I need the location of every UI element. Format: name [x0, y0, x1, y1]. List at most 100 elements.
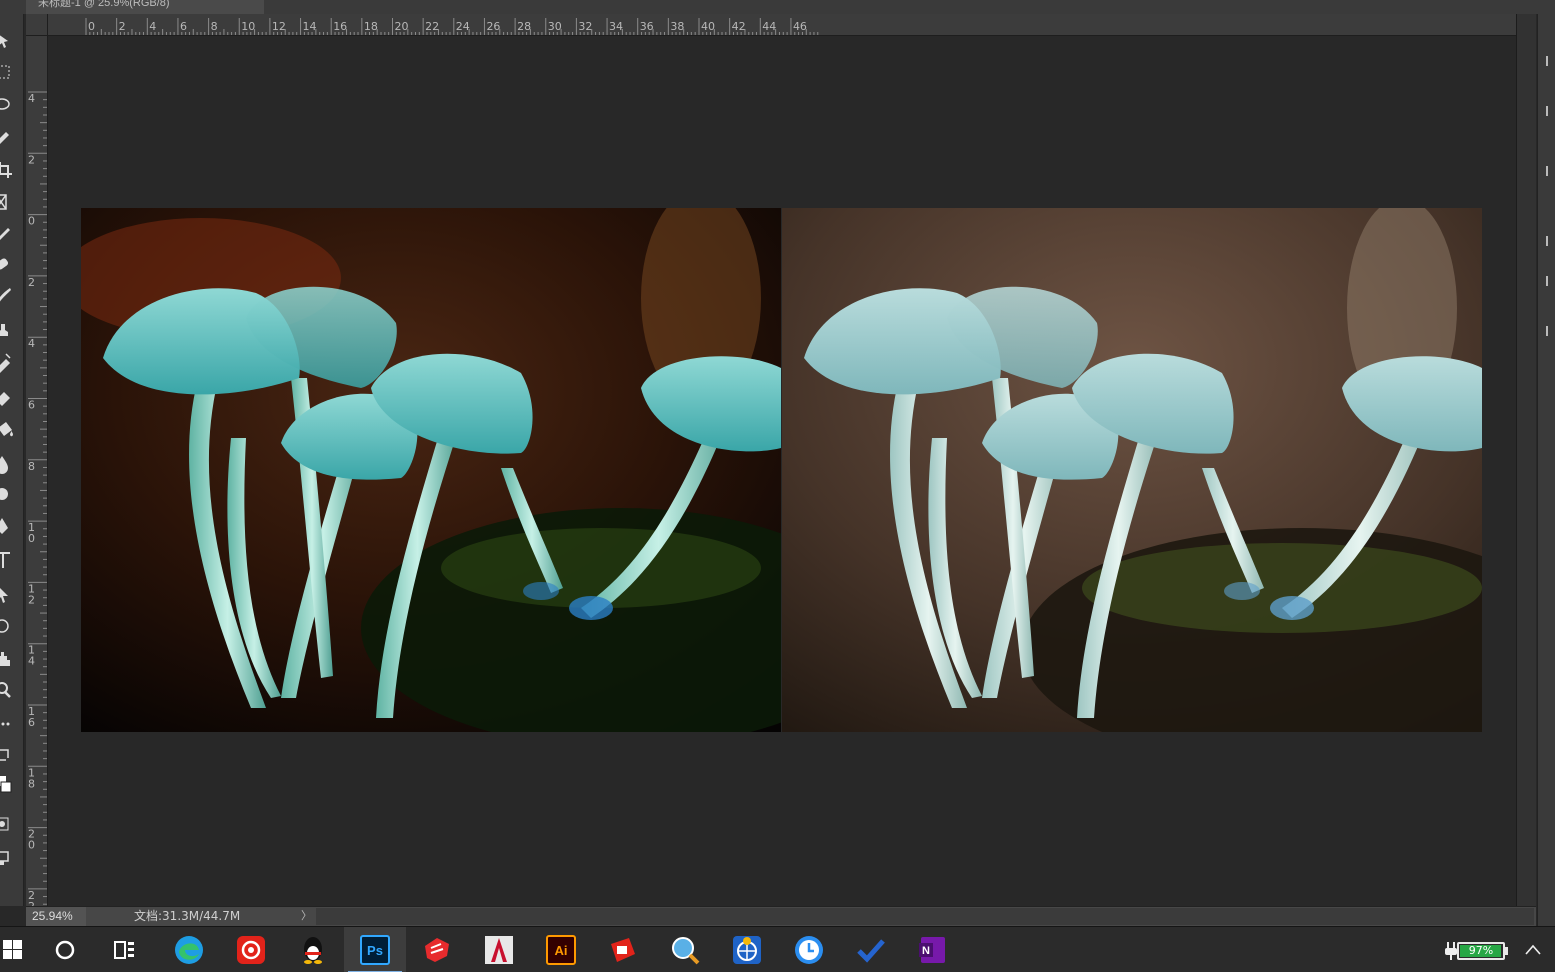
frame-tool-icon[interactable] [0, 192, 18, 214]
taskbar-onenote-icon[interactable]: N [902, 927, 964, 972]
zoom-level-field[interactable]: 25.94% [26, 907, 86, 926]
ruler-h-label: 0 [88, 20, 95, 33]
svg-text:N: N [922, 945, 930, 957]
eyedropper-tool-icon[interactable] [0, 222, 18, 244]
mushroom-image-original [81, 208, 781, 732]
hand-tool-icon[interactable] [0, 648, 18, 670]
horizontal-scrollbar[interactable] [316, 908, 1534, 925]
panel-button-4[interactable] [1541, 234, 1555, 248]
ruler-v-label: 8 [28, 460, 35, 473]
taskbar-qq-icon[interactable] [282, 927, 344, 972]
lasso-tool-icon[interactable] [0, 94, 18, 116]
ruler-v-label: 6 [28, 716, 35, 729]
clone-stamp-tool-icon[interactable] [0, 318, 18, 340]
tools-panel [0, 14, 24, 906]
status-menu-arrow[interactable]: 〉 [301, 907, 312, 926]
paint-bucket-tool-icon[interactable] [0, 420, 18, 442]
svg-text:Ai: Ai [555, 943, 568, 958]
dodge-tool-icon[interactable] [0, 484, 18, 506]
move-tool-icon[interactable] [0, 30, 18, 52]
document-tab[interactable]: 未标题-1 @ 25.9%(RGB/8) [26, 0, 264, 14]
brush-tool-icon[interactable] [0, 286, 18, 308]
panel-button-1[interactable] [1541, 54, 1555, 68]
ruler-h-label: 12 [272, 20, 286, 33]
horizontal-ruler-ticks: 0 2 4 6 8 10 12 14 16 18 20 22 24 26 28 30 32 34 36 38 40 42 4… [85, 18, 819, 35]
collapsed-panels-strip [1537, 14, 1555, 926]
ruler-h-label: 4 [149, 20, 156, 33]
ruler-v-label: 2 [28, 276, 35, 289]
taskbar-network-globe-icon[interactable] [716, 927, 778, 972]
pen-tool-icon[interactable] [0, 516, 18, 538]
windows-taskbar: 97% Ps Ai N [0, 926, 1555, 972]
taskbar-cortana-icon[interactable] [34, 927, 96, 972]
history-brush-tool-icon[interactable] [0, 352, 18, 374]
color-swatches-icon[interactable] [0, 774, 18, 796]
document-canvas[interactable] [81, 208, 1482, 732]
status-bar: 25.94% 文档:31.3M/44.7M 〉 [26, 906, 1536, 926]
taskbar-clock-app-icon[interactable] [778, 927, 840, 972]
document-size-info[interactable]: 文档:31.3M/44.7M [134, 907, 240, 926]
ruler-h-label: 14 [303, 20, 317, 33]
system-tray: 97% [1445, 927, 1555, 972]
battery-percent: 97% [1468, 944, 1494, 957]
taskbar-task-view-icon[interactable] [94, 927, 156, 972]
taskbar-search-tool-icon[interactable] [654, 927, 716, 972]
crop-tool-icon[interactable] [0, 160, 18, 182]
quick-mask-icon[interactable] [0, 814, 18, 836]
type-tool-icon[interactable] [0, 550, 18, 572]
ruler-origin[interactable] [26, 14, 48, 36]
ruler-h-label: 2 [119, 20, 126, 33]
ruler-h-label: 18 [364, 20, 378, 33]
ruler-h-label: 28 [517, 20, 531, 33]
svg-text:Ps: Ps [367, 943, 383, 958]
eraser-tool-icon[interactable] [0, 386, 18, 408]
quick-select-tool-icon[interactable] [0, 126, 18, 148]
panel-button-3[interactable] [1541, 164, 1555, 178]
battery-indicator[interactable]: 97% [1457, 942, 1505, 960]
ruler-h-label: 26 [486, 20, 500, 33]
swap-colors-icon[interactable] [0, 744, 18, 766]
ruler-h-label: 44 [762, 20, 776, 33]
ruler-v-label: 0 [28, 532, 35, 545]
taskbar-wps-icon[interactable] [592, 927, 654, 972]
document-tab-bar: 未标题-1 @ 25.9%(RGB/8) [0, 0, 1555, 14]
taskbar-illustrator-icon[interactable]: Ai [530, 927, 592, 972]
ruler-v-label: 8 [28, 777, 35, 790]
shape-tool-icon[interactable] [0, 616, 18, 638]
taskbar-todo-icon[interactable] [840, 927, 902, 972]
ruler-h-label: 8 [211, 20, 218, 33]
healing-brush-tool-icon[interactable] [0, 254, 18, 276]
mushroom-image-corrected [782, 208, 1482, 732]
taskbar-photoshop-icon[interactable]: Ps [344, 927, 406, 972]
vertical-ruler-ticks: 420246810121416182022 [28, 91, 47, 906]
panel-button-6[interactable] [1541, 324, 1555, 338]
taskbar-netease-music-icon[interactable] [220, 927, 282, 972]
ruler-v-label: 6 [28, 399, 35, 412]
ruler-v-label: 2 [28, 593, 35, 606]
ruler-v-label: 0 [28, 839, 35, 852]
canvas-area[interactable] [48, 36, 1516, 906]
marquee-tool-icon[interactable] [0, 62, 18, 84]
zoom-tool-icon[interactable] [0, 680, 18, 702]
vertical-ruler[interactable]: 420246810121416182022 [26, 36, 48, 906]
taskbar-sketchup-icon[interactable] [406, 927, 468, 972]
ruler-v-label: 4 [28, 92, 35, 105]
blur-tool-icon[interactable] [0, 454, 18, 476]
chevron-up-icon[interactable] [1525, 943, 1541, 957]
horizontal-ruler[interactable]: 0 2 4 6 8 10 12 14 16 18 20 22 24 26 28 30 32 34 36 38 40 42 4… [48, 14, 1516, 36]
ruler-v-label: 4 [28, 337, 35, 350]
path-select-tool-icon[interactable] [0, 584, 18, 606]
ruler-h-label: 22 [425, 20, 439, 33]
panel-button-2[interactable] [1541, 104, 1555, 118]
ruler-h-label: 16 [333, 20, 347, 33]
panel-button-5[interactable] [1541, 274, 1555, 288]
ruler-h-label: 38 [670, 20, 684, 33]
vertical-scrollbar[interactable] [1516, 14, 1536, 906]
taskbar-autocad-icon[interactable] [468, 927, 530, 972]
ruler-h-label: 24 [456, 20, 470, 33]
ruler-h-label: 6 [180, 20, 187, 33]
ruler-v-label: 4 [28, 655, 35, 668]
edit-toolbar-icon[interactable] [0, 714, 18, 736]
screen-mode-icon[interactable] [0, 848, 18, 870]
taskbar-edge-icon[interactable] [158, 927, 220, 972]
